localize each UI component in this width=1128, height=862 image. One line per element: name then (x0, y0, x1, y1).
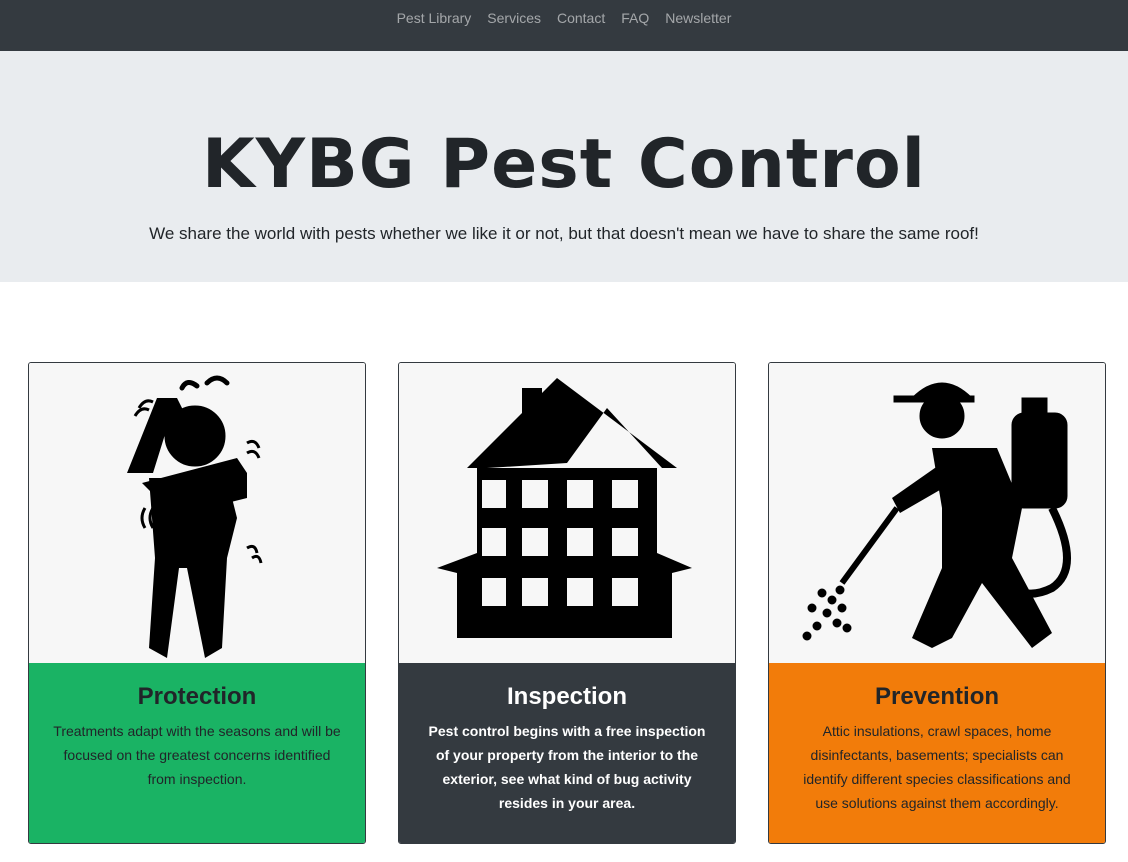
card-protection: Protection Treatments adapt with the sea… (28, 362, 366, 844)
page-title: KYBG Pest Control (202, 125, 926, 204)
card-text: Pest control begins with a free inspecti… (428, 723, 706, 811)
card-title: Inspection (506, 683, 627, 710)
scratching-person-icon (127, 375, 263, 658)
nav-link-pest-library[interactable]: Pest Library (397, 10, 472, 26)
card-prevention: Prevention Attic insulations, crawl spac… (768, 362, 1106, 844)
house-icon (437, 378, 692, 638)
nav-link-faq[interactable]: FAQ (621, 10, 649, 26)
services-cards: Protection Treatments adapt with the sea… (0, 282, 1128, 862)
card-image (769, 363, 1105, 663)
card-body: Protection Treatments adapt with the sea… (29, 663, 365, 843)
hero-subtitle: We share the world with pests whether we… (149, 224, 979, 243)
card-image (399, 363, 735, 663)
card-image (29, 363, 365, 663)
nav-list: Pest Library Services Contact FAQ Newsle… (397, 10, 732, 26)
navbar: Pest Library Services Contact FAQ Newsle… (0, 0, 1128, 51)
card-text: Attic insulations, crawl spaces, home di… (803, 723, 1071, 811)
card-inspection: Inspection Pest control begins with a fr… (398, 362, 736, 844)
nav-link-newsletter[interactable]: Newsletter (665, 10, 731, 26)
card-title: Protection (137, 683, 257, 710)
card-body: Prevention Attic insulations, crawl spac… (769, 663, 1105, 843)
card-title: Prevention (874, 683, 1000, 710)
exterminator-sprayer-icon (802, 382, 1071, 648)
hero-jumbotron: KYBG Pest Control We share the world wit… (0, 51, 1128, 282)
card-text: Treatments adapt with the seasons and wi… (53, 723, 341, 787)
card-body: Inspection Pest control begins with a fr… (399, 663, 735, 843)
nav-link-contact[interactable]: Contact (557, 10, 605, 26)
nav-link-services[interactable]: Services (487, 10, 541, 26)
